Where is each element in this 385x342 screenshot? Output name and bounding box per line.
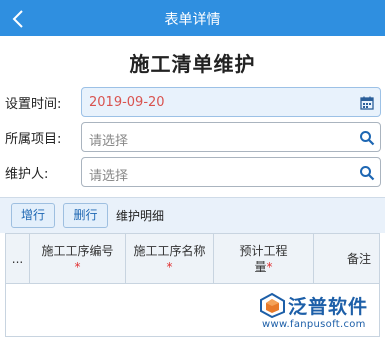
section-title: 维护明细: [116, 209, 165, 223]
page-title: 施工清单维护: [129, 52, 256, 76]
maintainer-label: 维护人:: [5, 167, 49, 182]
brand-logo-icon: [260, 292, 285, 318]
grid-col-process-name[interactable]: 施工工序名称*: [126, 234, 214, 284]
top-nav-bar: 表单详情: [0, 0, 385, 36]
brand-watermark: 泛普软件 www.fanpusoft.com: [258, 292, 383, 336]
time-field[interactable]: 2019-09-20: [81, 87, 381, 117]
nav-title: 表单详情: [164, 12, 221, 28]
search-icon[interactable]: [359, 130, 375, 146]
project-field[interactable]: 请选择: [81, 122, 381, 152]
required-mark: *: [266, 260, 273, 274]
project-placeholder: 请选择: [89, 134, 129, 149]
grid-col-remark[interactable]: 备注: [314, 234, 379, 284]
grid-col-estimated-quantity[interactable]: 预计工程量*: [214, 234, 314, 284]
maintainer-field[interactable]: 请选择: [81, 157, 381, 187]
time-label: 设置时间:: [5, 97, 62, 112]
add-row-button[interactable]: 增行: [11, 203, 55, 228]
required-mark: *: [74, 260, 81, 274]
detail-toolbar: 增行 删行 维护明细: [0, 197, 385, 233]
calendar-icon[interactable]: [359, 95, 375, 111]
delete-row-button[interactable]: 删行: [63, 203, 108, 228]
project-label: 所属项目:: [5, 132, 62, 147]
time-value: 2019-09-20: [89, 95, 165, 110]
grid-header: ... 施工工序编号* 施工工序名称* 预计工程量* 备注: [6, 234, 379, 284]
search-icon[interactable]: [359, 165, 375, 181]
brand-url: www.fanpusoft.com: [262, 319, 366, 330]
required-mark: *: [166, 260, 173, 274]
grid-col-index[interactable]: ...: [6, 234, 30, 284]
maintainer-placeholder: 请选择: [89, 169, 129, 184]
brand-name: 泛普软件: [288, 296, 369, 318]
grid-col-process-number[interactable]: 施工工序编号*: [30, 234, 126, 284]
